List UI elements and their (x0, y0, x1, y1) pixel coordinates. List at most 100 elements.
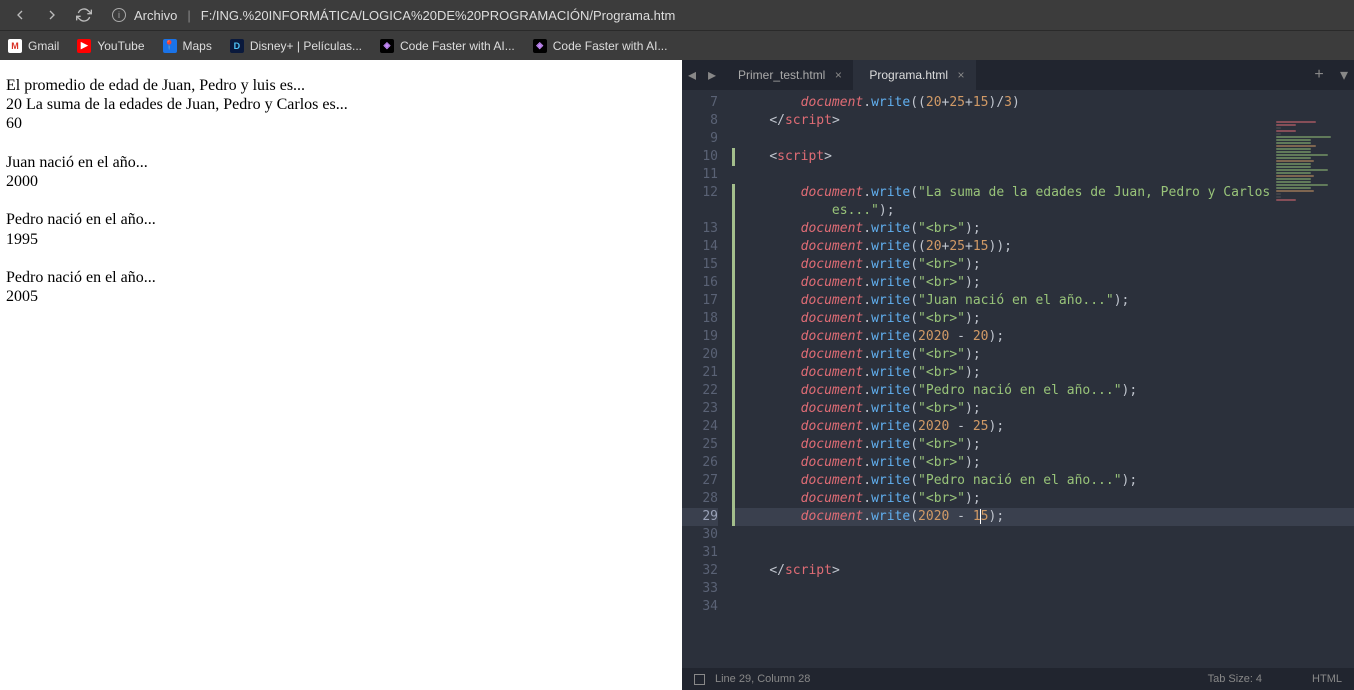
bookmark-label: Code Faster with AI... (400, 39, 515, 53)
editor-tab[interactable]: Programa.html× (853, 60, 976, 90)
code-line[interactable]: document.write("<br>"); (732, 454, 1354, 472)
code-content[interactable]: document.write((20+25+15)/3) </script> <… (732, 90, 1354, 668)
line-number: 28 (682, 490, 718, 508)
code-line[interactable]: </script> (732, 562, 1354, 580)
tab-menu-button[interactable]: ▾ (1334, 65, 1354, 85)
bookmark-icon: D (230, 39, 244, 53)
line-number: 31 (682, 544, 718, 562)
code-line[interactable] (732, 544, 1354, 562)
code-editor: ◂ ▸ Primer_test.html×Programa.html× + ▾ … (682, 60, 1354, 690)
modified-indicator (732, 184, 735, 526)
code-line[interactable]: document.write((20+25+15)/3) (732, 94, 1354, 112)
bookmarks-bar: MGmail ▶ YouTube 📍Maps DDisney+ | Películas.… (0, 30, 1354, 60)
code-line[interactable]: es..."); (732, 202, 1354, 220)
code-line[interactable]: document.write("La suma de la edades de … (732, 184, 1354, 202)
page-text-line: 20 La suma de la edades de Juan, Pedro y… (6, 95, 676, 114)
code-line[interactable]: document.write("<br>"); (732, 364, 1354, 382)
bookmark-item[interactable]: ◈ Code Faster with AI... (533, 39, 668, 53)
line-number: 27 (682, 472, 718, 490)
tab-scroll-left[interactable]: ◂ (682, 60, 702, 90)
close-icon[interactable]: × (954, 68, 968, 82)
line-number: 19 (682, 328, 718, 346)
line-number: 25 (682, 436, 718, 454)
page-text-line (6, 191, 676, 210)
code-line[interactable]: document.write("Pedro nació en el año...… (732, 382, 1354, 400)
code-line[interactable]: document.write(2020 - 20); (732, 328, 1354, 346)
modified-indicator (732, 148, 735, 166)
code-line[interactable]: document.write("<br>"); (732, 310, 1354, 328)
code-area[interactable]: 7891011121314151617181920212223242526272… (682, 90, 1354, 668)
tab-title: Primer_test.html (738, 68, 825, 82)
code-line[interactable]: document.write("<br>"); (732, 256, 1354, 274)
info-icon: i (112, 8, 126, 22)
line-number: 9 (682, 130, 718, 148)
url-path: F:/ING.%20INFORMÁTICA/LOGICA%20DE%20PROG… (201, 8, 676, 23)
code-line[interactable]: document.write("<br>"); (732, 346, 1354, 364)
bookmark-item[interactable]: MGmail (8, 39, 59, 53)
forward-button[interactable] (40, 3, 64, 27)
new-tab-button[interactable]: + (1304, 66, 1334, 84)
line-number: 22 (682, 382, 718, 400)
code-line[interactable] (732, 598, 1354, 616)
page-text-line: Juan nació en el año... (6, 153, 676, 172)
line-gutter: 7891011121314151617181920212223242526272… (682, 90, 732, 668)
page-text-line: Pedro nació en el año... (6, 210, 676, 229)
bookmark-icon: M (8, 39, 22, 53)
code-line[interactable]: document.write((20+25+15)); (732, 238, 1354, 256)
code-line[interactable]: document.write("<br>"); (732, 274, 1354, 292)
line-number: 29 (682, 508, 718, 526)
tab-scroll-right[interactable]: ▸ (702, 60, 722, 90)
code-line[interactable]: document.write("<br>"); (732, 400, 1354, 418)
code-line[interactable]: document.write(2020 - 15); (732, 508, 1354, 526)
bookmark-label: YouTube (97, 39, 144, 53)
bookmark-label: Code Faster with AI... (553, 39, 668, 53)
language-mode[interactable]: HTML (1312, 673, 1342, 685)
line-number: 20 (682, 346, 718, 364)
status-bar: Line 29, Column 28 Tab Size: 4 HTML (682, 668, 1354, 690)
code-line[interactable]: document.write("Pedro nació en el año...… (732, 472, 1354, 490)
back-button[interactable] (8, 3, 32, 27)
bookmark-item[interactable]: ◈ Code Faster with AI... (380, 39, 515, 53)
line-number: 8 (682, 112, 718, 130)
address-bar[interactable]: i Archivo | F:/ING.%20INFORMÁTICA/LOGICA… (104, 8, 1346, 23)
bookmark-item[interactable]: ▶ YouTube (77, 39, 144, 53)
line-number: 16 (682, 274, 718, 292)
code-line[interactable]: <script> (732, 148, 1354, 166)
close-icon[interactable]: × (831, 68, 845, 82)
bookmark-icon: ◈ (533, 39, 547, 53)
page-text-line: 60 (6, 114, 676, 133)
reload-button[interactable] (72, 3, 96, 27)
bookmark-item[interactable]: 📍Maps (163, 39, 212, 53)
line-number: 32 (682, 562, 718, 580)
code-line[interactable] (732, 130, 1354, 148)
bookmark-icon: ▶ (77, 39, 91, 53)
cursor-position[interactable]: Line 29, Column 28 (715, 673, 810, 685)
browser-toolbar: i Archivo | F:/ING.%20INFORMÁTICA/LOGICA… (0, 0, 1354, 30)
page-text-line (6, 134, 676, 153)
page-text-line (6, 249, 676, 268)
line-number: 23 (682, 400, 718, 418)
code-line[interactable] (732, 166, 1354, 184)
bookmark-icon: ◈ (380, 39, 394, 53)
bookmark-item[interactable]: DDisney+ | Películas... (230, 39, 362, 53)
code-line[interactable] (732, 580, 1354, 598)
tab-size[interactable]: Tab Size: 4 (1208, 673, 1262, 685)
code-line[interactable]: document.write("Juan nació en el año..."… (732, 292, 1354, 310)
page-text-line: Pedro nació en el año... (6, 268, 676, 287)
code-line[interactable]: document.write("<br>"); (732, 436, 1354, 454)
code-line[interactable]: document.write("<br>"); (732, 220, 1354, 238)
bookmark-label: Maps (183, 39, 212, 53)
page-text-line: 2000 (6, 172, 676, 191)
code-line[interactable]: document.write("<br>"); (732, 490, 1354, 508)
code-line[interactable] (732, 526, 1354, 544)
line-number: 10 (682, 148, 718, 166)
line-number: 13 (682, 220, 718, 238)
editor-tab[interactable]: Primer_test.html × (722, 60, 853, 90)
code-line[interactable]: </script> (732, 112, 1354, 130)
line-number: 14 (682, 238, 718, 256)
url-type-label: Archivo (134, 8, 177, 23)
line-number: 18 (682, 310, 718, 328)
code-line[interactable]: document.write(2020 - 25); (732, 418, 1354, 436)
rendered-page: El promedio de edad de Juan, Pedro y lui… (0, 60, 682, 690)
line-number (682, 202, 718, 220)
